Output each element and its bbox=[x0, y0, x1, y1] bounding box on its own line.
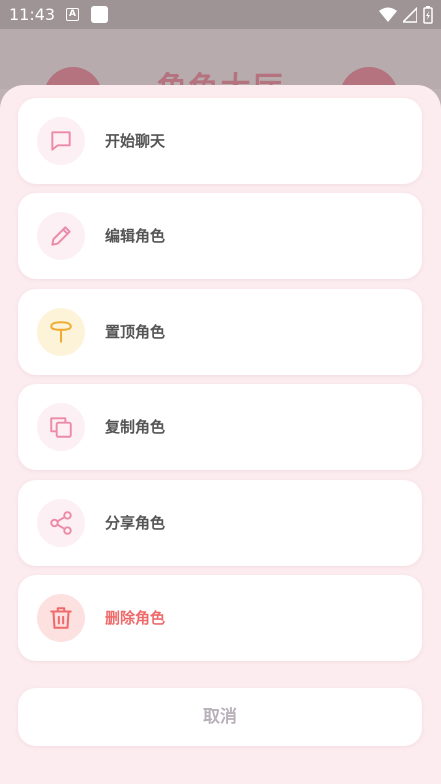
menu-item-start-chat[interactable]: 开始聊天 bbox=[18, 98, 422, 184]
menu-item-copy-character[interactable]: 复制角色 bbox=[18, 384, 422, 470]
share-icon bbox=[37, 499, 85, 547]
menu-item-label: 编辑角色 bbox=[105, 227, 166, 245]
menu-item-label: 删除角色 bbox=[105, 609, 166, 627]
pencil-icon bbox=[37, 212, 85, 260]
notification-square-icon bbox=[91, 6, 108, 23]
battery-icon bbox=[423, 6, 433, 24]
menu-item-label: 置顶角色 bbox=[105, 323, 166, 341]
wifi-icon bbox=[379, 7, 397, 22]
status-time: 11:43 bbox=[9, 5, 56, 24]
menu-item-label: 复制角色 bbox=[105, 418, 166, 436]
status-bar: 11:43 A bbox=[0, 0, 441, 29]
trash-icon bbox=[37, 594, 85, 642]
pin-icon bbox=[37, 308, 85, 356]
backdrop-header: 角色大厅 bbox=[0, 29, 441, 89]
action-sheet: 开始聊天 编辑角色 置顶角色 复制角色 分享角色 删除角色 取消 bbox=[0, 85, 441, 784]
signal-icon bbox=[403, 7, 417, 23]
menu-item-edit-character[interactable]: 编辑角色 bbox=[18, 193, 422, 279]
menu-item-share-character[interactable]: 分享角色 bbox=[18, 480, 422, 566]
chat-bubble-icon bbox=[37, 117, 85, 165]
copy-icon bbox=[37, 403, 85, 451]
cancel-button[interactable]: 取消 bbox=[18, 688, 422, 746]
menu-item-label: 分享角色 bbox=[105, 514, 166, 532]
menu-item-delete-character[interactable]: 删除角色 bbox=[18, 575, 422, 661]
menu-item-pin-character[interactable]: 置顶角色 bbox=[18, 289, 422, 375]
menu-item-label: 开始聊天 bbox=[105, 132, 166, 150]
notification-a-icon: A bbox=[66, 8, 79, 21]
status-icons bbox=[379, 6, 433, 24]
